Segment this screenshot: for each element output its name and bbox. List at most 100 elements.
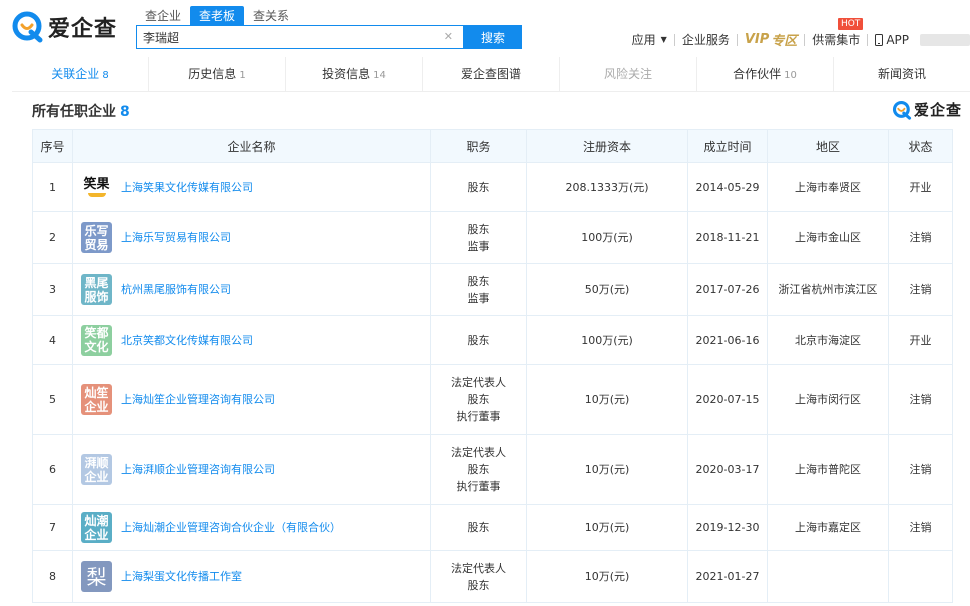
role-text: 股东	[467, 180, 490, 194]
role-text: 股东	[467, 393, 490, 406]
tab-graph[interactable]: 爱企查图谱	[423, 57, 560, 91]
tab-related-companies[interactable]: 关联企业 8	[12, 57, 149, 91]
company-logo[interactable]: 笑都 文化	[81, 324, 112, 356]
company-name-link[interactable]: 上海乐写贸易有限公司	[121, 229, 231, 246]
tab-partners[interactable]: 合作伙伴 10	[697, 57, 834, 91]
logo-q-icon	[12, 11, 43, 43]
cell-capital: 50万(元)	[526, 263, 688, 316]
nav-enterprise-service[interactable]: 企业服务	[675, 31, 737, 48]
cell-index: 8	[32, 550, 73, 603]
cell-region: 上海市普陀区	[767, 434, 889, 505]
cell-role: 法定代表人股东执行董事	[430, 364, 527, 435]
section-title: 所有任职企业 8	[32, 101, 130, 121]
nav-app[interactable]: APP	[868, 33, 916, 47]
cell-region: 上海市奉贤区	[767, 162, 889, 212]
col-header-index: 序号	[32, 129, 73, 163]
company-logo[interactable]: 梨	[81, 561, 112, 592]
tab-investment[interactable]: 投资信息 14	[286, 57, 423, 91]
company-entry: 灿笙 企业 上海灿笙企业管理咨询有限公司	[81, 384, 430, 415]
role-text: 监事	[467, 239, 490, 253]
nav-supply-market[interactable]: 供需集市 HOT	[805, 18, 867, 48]
cell-date: 2020-07-15	[687, 364, 768, 435]
company-logo[interactable]: 灿潮 企业	[81, 512, 112, 543]
company-name-link[interactable]: 上海笑果文化传媒有限公司	[121, 179, 253, 196]
cell-capital: 100万(元)	[526, 315, 688, 365]
cell-date: 2017-07-26	[687, 263, 768, 316]
cell-role: 法定代表人 股东 执行董事	[430, 434, 527, 505]
company-entry: 灿潮 企业 上海灿潮企业管理咨询合伙企业（有限合伙）	[81, 512, 430, 543]
status-badge: 开业	[888, 315, 953, 365]
company-logo-text: 灿潮	[84, 513, 109, 528]
status-badge: 开业	[888, 162, 953, 212]
company-logo-text: 乐写	[84, 223, 109, 238]
company-name-link[interactable]: 上海灿笙企业管理咨询有限公司	[121, 391, 275, 408]
tab-label: 风险关注	[603, 67, 652, 81]
col-header-date: 成立时间	[687, 129, 768, 163]
cell-role: 股东	[430, 315, 527, 365]
company-name-link[interactable]: 杭州黑尾服饰有限公司	[121, 281, 231, 298]
logo-text: 爱企查	[914, 101, 963, 119]
cell-capital: 100万(元)	[526, 211, 688, 264]
cell-company: 乐写 贸易 上海乐写贸易有限公司	[72, 211, 431, 264]
company-logo-text: 湃顺	[84, 455, 109, 470]
table-row: 1 笑果 上海笑果文化传媒有限公司 股东 208.1333万(元) 2014-05-29 上…	[32, 162, 953, 212]
company-name-link[interactable]: 上海湃顺企业管理咨询有限公司	[121, 461, 275, 478]
status-badge	[888, 550, 953, 603]
table-header-row: 序号 企业名称 职务 注册资本 成立时间 地区 状态	[32, 129, 953, 163]
role-text: 股东	[467, 463, 490, 476]
cell-date: 2014-05-29	[687, 162, 768, 212]
company-logo-text: 灿笙	[84, 385, 109, 400]
tab-label: 爱企查图谱	[460, 67, 521, 81]
companies-table: 序号 企业名称 职务 注册资本 成立时间 地区 状态 1 笑果 上海笑果文化传媒有限…	[32, 129, 953, 603]
cell-capital: 10万(元)	[526, 434, 688, 505]
table-row: 2 乐写 贸易 上海乐写贸易有限公司 股东 监事 100万(元) 2018-11-21 上海市金…	[32, 211, 953, 264]
table-row: 8 梨上海梨蛋文化传播工作室 法定代表人 股东 10万(元) 2021-01-27	[32, 550, 953, 603]
site-logo[interactable]: 爱企查	[12, 10, 117, 44]
company-logo[interactable]: 灿笙 企业	[81, 384, 112, 415]
search-button[interactable]: 搜索	[464, 25, 522, 49]
clear-icon[interactable]: ✕	[444, 30, 453, 43]
status-badge: 注销	[888, 211, 953, 264]
cell-capital: 10万(元)	[526, 364, 688, 435]
company-name-link[interactable]: 上海梨蛋文化传播工作室	[121, 568, 242, 585]
company-logo[interactable]: 笑果	[81, 171, 112, 203]
status-badge: 注销	[888, 434, 953, 505]
company-logo[interactable]: 乐写 贸易	[81, 222, 112, 253]
search-input[interactable]	[137, 26, 437, 48]
cell-role: 股东 监事	[430, 211, 527, 264]
role-text: 股东	[467, 578, 490, 592]
company-logo[interactable]: 黑尾 服饰	[81, 274, 112, 305]
cell-company: 灿潮 企业 上海灿潮企业管理咨询合伙企业（有限合伙）	[72, 504, 431, 551]
cell-capital: 10万(元)	[526, 550, 688, 603]
nav-apps[interactable]: 应用 ▼	[625, 31, 674, 48]
user-avatar[interactable]	[920, 33, 970, 46]
tab-risk[interactable]: 风险关注	[560, 57, 697, 91]
status-badge: 注销	[888, 263, 953, 316]
tab-label: 新闻资讯	[877, 67, 926, 81]
tab-search-boss[interactable]: 查老板	[190, 6, 245, 26]
role-text: 法定代表人	[451, 376, 506, 389]
smile-icon	[87, 192, 106, 197]
cell-date: 2020-03-17	[687, 434, 768, 505]
cell-index: 2	[32, 211, 73, 264]
company-logo[interactable]: 湃顺 企业	[81, 454, 112, 485]
company-name-link[interactable]: 上海灿潮企业管理咨询合伙企业（有限合伙）	[121, 519, 341, 536]
company-name-link[interactable]: 北京笑都文化传媒有限公司	[121, 332, 253, 349]
cell-index: 4	[32, 315, 73, 365]
role-text: 股东	[467, 222, 490, 236]
role-text: 执行董事	[456, 410, 501, 423]
role-text: 法定代表人	[451, 446, 506, 459]
cell-date: 2018-11-21	[687, 211, 768, 264]
company-logo-text: 文化	[84, 340, 109, 354]
tab-search-company[interactable]: 查企业	[136, 6, 190, 26]
caret-down-icon: ▼	[660, 35, 667, 44]
nav-supply-label: 供需集市	[812, 33, 861, 47]
cell-index: 7	[32, 504, 73, 551]
company-logo-text: 黑尾	[84, 275, 109, 290]
tab-news[interactable]: 新闻资讯	[834, 57, 970, 91]
nav-vip-zone[interactable]: VIP 专区	[738, 30, 804, 49]
cell-role: 股东	[430, 162, 527, 212]
tab-search-relation[interactable]: 查关系	[244, 6, 298, 26]
table-body: 1 笑果 上海笑果文化传媒有限公司 股东 208.1333万(元) 2014-05-29 上…	[32, 162, 953, 603]
tab-history[interactable]: 历史信息 1	[149, 57, 286, 91]
